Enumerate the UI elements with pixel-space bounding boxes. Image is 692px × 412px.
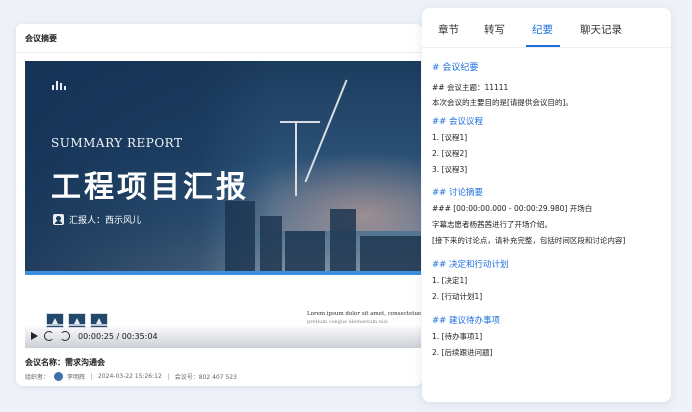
tab-minutes[interactable]: 纪要 bbox=[532, 22, 553, 37]
meeting-meta: 组织者： 李明辉 2024-03-22 15:26:12 会议号：802 407… bbox=[25, 372, 237, 381]
card-title: 会议摘要 bbox=[25, 34, 57, 43]
organizer-name: 李明辉 bbox=[67, 374, 86, 381]
section-heading: ## 讨论摘要 bbox=[432, 188, 483, 198]
slide-frame: SUMMARY REPORT 工程项目汇报 汇报人：西示风儿 bbox=[25, 61, 421, 271]
crane-icon bbox=[295, 121, 297, 196]
meeting-summary-card: 会议摘要 SUMMARY REPORT 工程项目汇报 汇报人：西示风儿 Lore… bbox=[16, 24, 422, 386]
minutes-line: 1. [决定1] bbox=[432, 276, 468, 285]
slide-chinese-title: 工程项目汇报 bbox=[51, 170, 249, 205]
minutes-heading: # 会议纪要 bbox=[432, 63, 479, 73]
person-icon bbox=[53, 214, 64, 225]
minutes-line: 1. [待办事项1] bbox=[432, 332, 483, 341]
crane-icon bbox=[280, 121, 320, 123]
slide-reporter: 汇报人：西示风儿 bbox=[53, 213, 141, 226]
minutes-line: 2. [后续跟进问题] bbox=[432, 348, 493, 357]
avatar bbox=[54, 372, 64, 381]
progress-bar[interactable] bbox=[25, 324, 421, 326]
minutes-line: ### [00:00:00.000 - 00:00:29.980] 开场白 bbox=[432, 204, 593, 213]
meeting-id: 会议号：802 407 523 bbox=[174, 374, 237, 381]
rewind-icon[interactable] bbox=[44, 331, 54, 341]
meeting-datetime: 2024-03-22 15:26:12 bbox=[98, 373, 162, 380]
tab-chapters[interactable]: 章节 bbox=[438, 22, 459, 37]
forward-icon[interactable] bbox=[60, 331, 70, 341]
play-icon[interactable] bbox=[31, 332, 38, 340]
minutes-panel: 章节 转写 纪要 聊天记录 # 会议纪要 ## 会议主题：11111 本次会议的… bbox=[422, 8, 671, 402]
minutes-line: 2. [行动计划1] bbox=[432, 292, 483, 301]
slide-english-title: SUMMARY REPORT bbox=[51, 136, 183, 150]
active-tab-indicator bbox=[526, 45, 560, 47]
minutes-line: [接下来的讨论点，请补充完整，包括时间区段和讨论内容] bbox=[432, 236, 626, 245]
divider bbox=[16, 52, 422, 53]
tab-transcript[interactable]: 转写 bbox=[484, 22, 505, 37]
building-silhouette bbox=[330, 209, 356, 271]
minutes-line: 2. [议程2] bbox=[432, 149, 468, 158]
video-player[interactable]: SUMMARY REPORT 工程项目汇报 汇报人：西示风儿 Lorem ips… bbox=[25, 61, 421, 348]
building-silhouette bbox=[360, 236, 421, 271]
chart-logo-icon bbox=[52, 80, 66, 90]
time-display: 00:00:25 / 00:35:04 bbox=[78, 331, 158, 341]
reporter-label: 汇报人：西示风儿 bbox=[69, 216, 142, 226]
tab-bar: 章节 转写 纪要 聊天记录 bbox=[422, 8, 671, 48]
organizer-label: 组织者： bbox=[25, 374, 50, 381]
slide-body-text: Lorem ipsum dolor sit amet, consectetuer… bbox=[307, 311, 421, 317]
minutes-line: 字幕志愿者杨茜茜进行了开场介绍。 bbox=[432, 220, 552, 229]
section-heading: ## 建议待办事项 bbox=[432, 316, 500, 326]
minutes-line: 3. [议程3] bbox=[432, 165, 468, 174]
player-controls: 00:00:25 / 00:35:04 bbox=[25, 324, 421, 348]
section-heading: ## 会议议程 bbox=[432, 117, 483, 127]
minutes-line: 1. [议程1] bbox=[432, 133, 468, 142]
section-heading: ## 决定和行动计划 bbox=[432, 260, 509, 270]
tab-chat-history[interactable]: 聊天记录 bbox=[580, 22, 622, 37]
minutes-line: 本次会议的主要目的是[请提供会议目的]。 bbox=[432, 98, 573, 107]
building-silhouette bbox=[285, 231, 325, 271]
progress-fill bbox=[25, 324, 30, 326]
minutes-line: ## 会议主题：11111 bbox=[432, 83, 509, 92]
meeting-name: 会议名称：需求沟通会 bbox=[25, 358, 105, 367]
